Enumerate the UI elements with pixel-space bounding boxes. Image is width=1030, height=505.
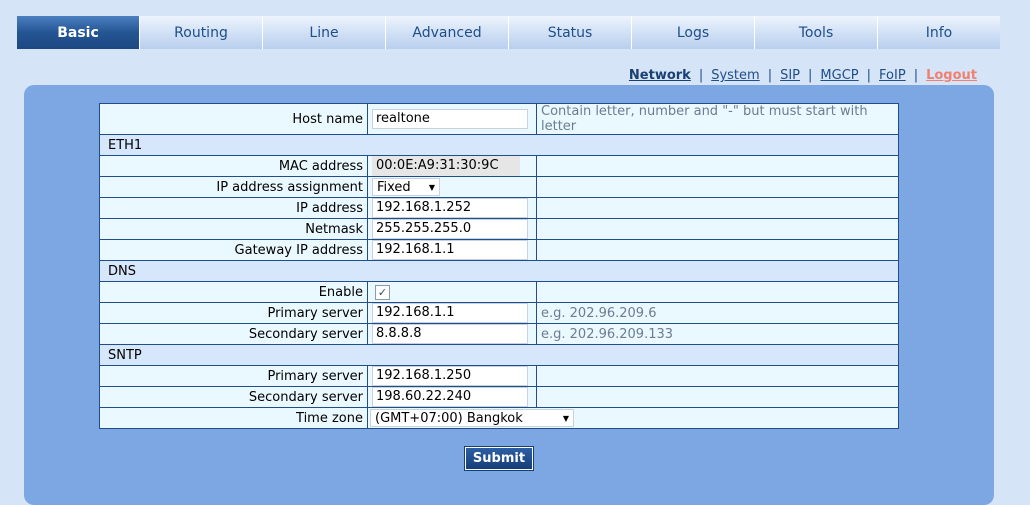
eth1-title: ETH1 <box>99 134 899 156</box>
ip-address-input[interactable]: 192.168.1.252 <box>372 198 528 218</box>
empty-cell <box>536 239 899 261</box>
empty-cell <box>536 197 899 219</box>
sntp-secondary-label: Secondary server <box>99 386 368 408</box>
dns-primary-hint: e.g. 202.96.209.6 <box>536 302 899 324</box>
table-row: MAC address 00:0E:A9:31:30:9C <box>99 155 899 177</box>
section-header-sntp: SNTP <box>99 344 899 366</box>
dns-secondary-input[interactable]: 8.8.8.8 <box>372 324 528 344</box>
empty-cell <box>536 281 899 303</box>
gateway-input[interactable]: 192.168.1.1 <box>372 240 528 260</box>
checkmark-icon: ✓ <box>377 285 388 299</box>
host-name-input[interactable]: realtone <box>372 109 528 129</box>
tab-line[interactable]: Line <box>263 16 386 49</box>
subnav-foip-link[interactable]: FoIP <box>879 68 906 83</box>
host-name-hint: Contain letter, number and "-" but must … <box>536 103 899 135</box>
mac-address-field: 00:0E:A9:31:30:9C <box>372 156 520 176</box>
subnav-system-link[interactable]: System <box>711 68 759 83</box>
gateway-label: Gateway IP address <box>99 239 368 261</box>
mac-address-label: MAC address <box>99 155 368 177</box>
table-row: Secondary server 198.60.22.240 <box>99 386 899 408</box>
table-row: Secondary server 8.8.8.8 e.g. 202.96.209… <box>99 323 899 345</box>
tab-info[interactable]: Info <box>878 16 1000 49</box>
sub-navigation: Network | System | SIP | MGCP | FoIP | Logout <box>629 68 977 83</box>
dns-enable-label: Enable <box>99 281 368 303</box>
separator: | <box>698 68 704 83</box>
sntp-primary-input[interactable]: 192.168.1.250 <box>372 366 528 386</box>
separator: | <box>913 68 919 83</box>
dns-title: DNS <box>99 260 899 282</box>
table-row: Time zone (GMT+07:00) Bangkok ▼ <box>99 407 899 429</box>
section-header-dns: DNS <box>99 260 899 282</box>
time-zone-value: (GMT+07:00) Bangkok <box>375 410 523 426</box>
main-tab-bar: Basic Routing Line Advanced Status Logs … <box>17 16 1000 49</box>
time-zone-select[interactable]: (GMT+07:00) Bangkok ▼ <box>370 409 574 427</box>
time-zone-label: Time zone <box>99 407 368 429</box>
host-name-label: Host name <box>99 103 368 135</box>
dns-primary-input[interactable]: 192.168.1.1 <box>372 303 528 323</box>
sntp-primary-label: Primary server <box>99 365 368 387</box>
netmask-input[interactable]: 255.255.255.0 <box>372 219 528 239</box>
subnav-network-link[interactable]: Network <box>629 68 691 83</box>
table-row: IP address 192.168.1.252 <box>99 197 899 219</box>
tab-tools[interactable]: Tools <box>755 16 878 49</box>
tab-logs[interactable]: Logs <box>632 16 755 49</box>
table-row: Primary server 192.168.1.1 e.g. 202.96.2… <box>99 302 899 324</box>
ip-assignment-value: Fixed <box>377 179 411 195</box>
table-row: IP address assignment Fixed ▼ <box>99 176 899 198</box>
sntp-title: SNTP <box>99 344 899 366</box>
ip-assignment-label: IP address assignment <box>99 176 368 198</box>
tab-routing[interactable]: Routing <box>140 16 263 49</box>
empty-cell <box>536 176 899 198</box>
empty-cell <box>536 386 899 408</box>
separator: | <box>866 68 872 83</box>
tab-basic[interactable]: Basic <box>17 16 140 49</box>
empty-cell <box>536 155 899 177</box>
table-row: Enable ✓ <box>99 281 899 303</box>
dns-enable-checkbox[interactable]: ✓ <box>375 284 390 300</box>
table-row: Host name realtone Contain letter, numbe… <box>99 103 899 135</box>
netmask-label: Netmask <box>99 218 368 240</box>
settings-panel: Host name realtone Contain letter, numbe… <box>24 85 994 505</box>
separator: | <box>767 68 773 83</box>
table-row: Gateway IP address 192.168.1.1 <box>99 239 899 261</box>
ip-address-label: IP address <box>99 197 368 219</box>
chevron-down-icon: ▼ <box>428 182 435 192</box>
sntp-secondary-input[interactable]: 198.60.22.240 <box>372 387 528 407</box>
tab-advanced[interactable]: Advanced <box>386 16 509 49</box>
table-row: Netmask 255.255.255.0 <box>99 218 899 240</box>
table-row: Primary server 192.168.1.250 <box>99 365 899 387</box>
subnav-sip-link[interactable]: SIP <box>780 68 800 83</box>
dns-secondary-label: Secondary server <box>99 323 368 345</box>
separator: | <box>808 68 813 83</box>
tab-status[interactable]: Status <box>509 16 632 49</box>
logout-link[interactable]: Logout <box>926 68 977 83</box>
dns-primary-label: Primary server <box>99 302 368 324</box>
section-header-eth1: ETH1 <box>99 134 899 156</box>
dns-secondary-hint: e.g. 202.96.209.133 <box>536 323 899 345</box>
subnav-mgcp-link[interactable]: MGCP <box>820 68 858 83</box>
submit-button[interactable]: Submit <box>464 446 534 471</box>
ip-assignment-select[interactable]: Fixed ▼ <box>372 178 440 196</box>
empty-cell <box>536 218 899 240</box>
network-settings-table: Host name realtone Contain letter, numbe… <box>99 103 899 429</box>
empty-cell <box>536 365 899 387</box>
chevron-down-icon: ▼ <box>562 413 569 423</box>
